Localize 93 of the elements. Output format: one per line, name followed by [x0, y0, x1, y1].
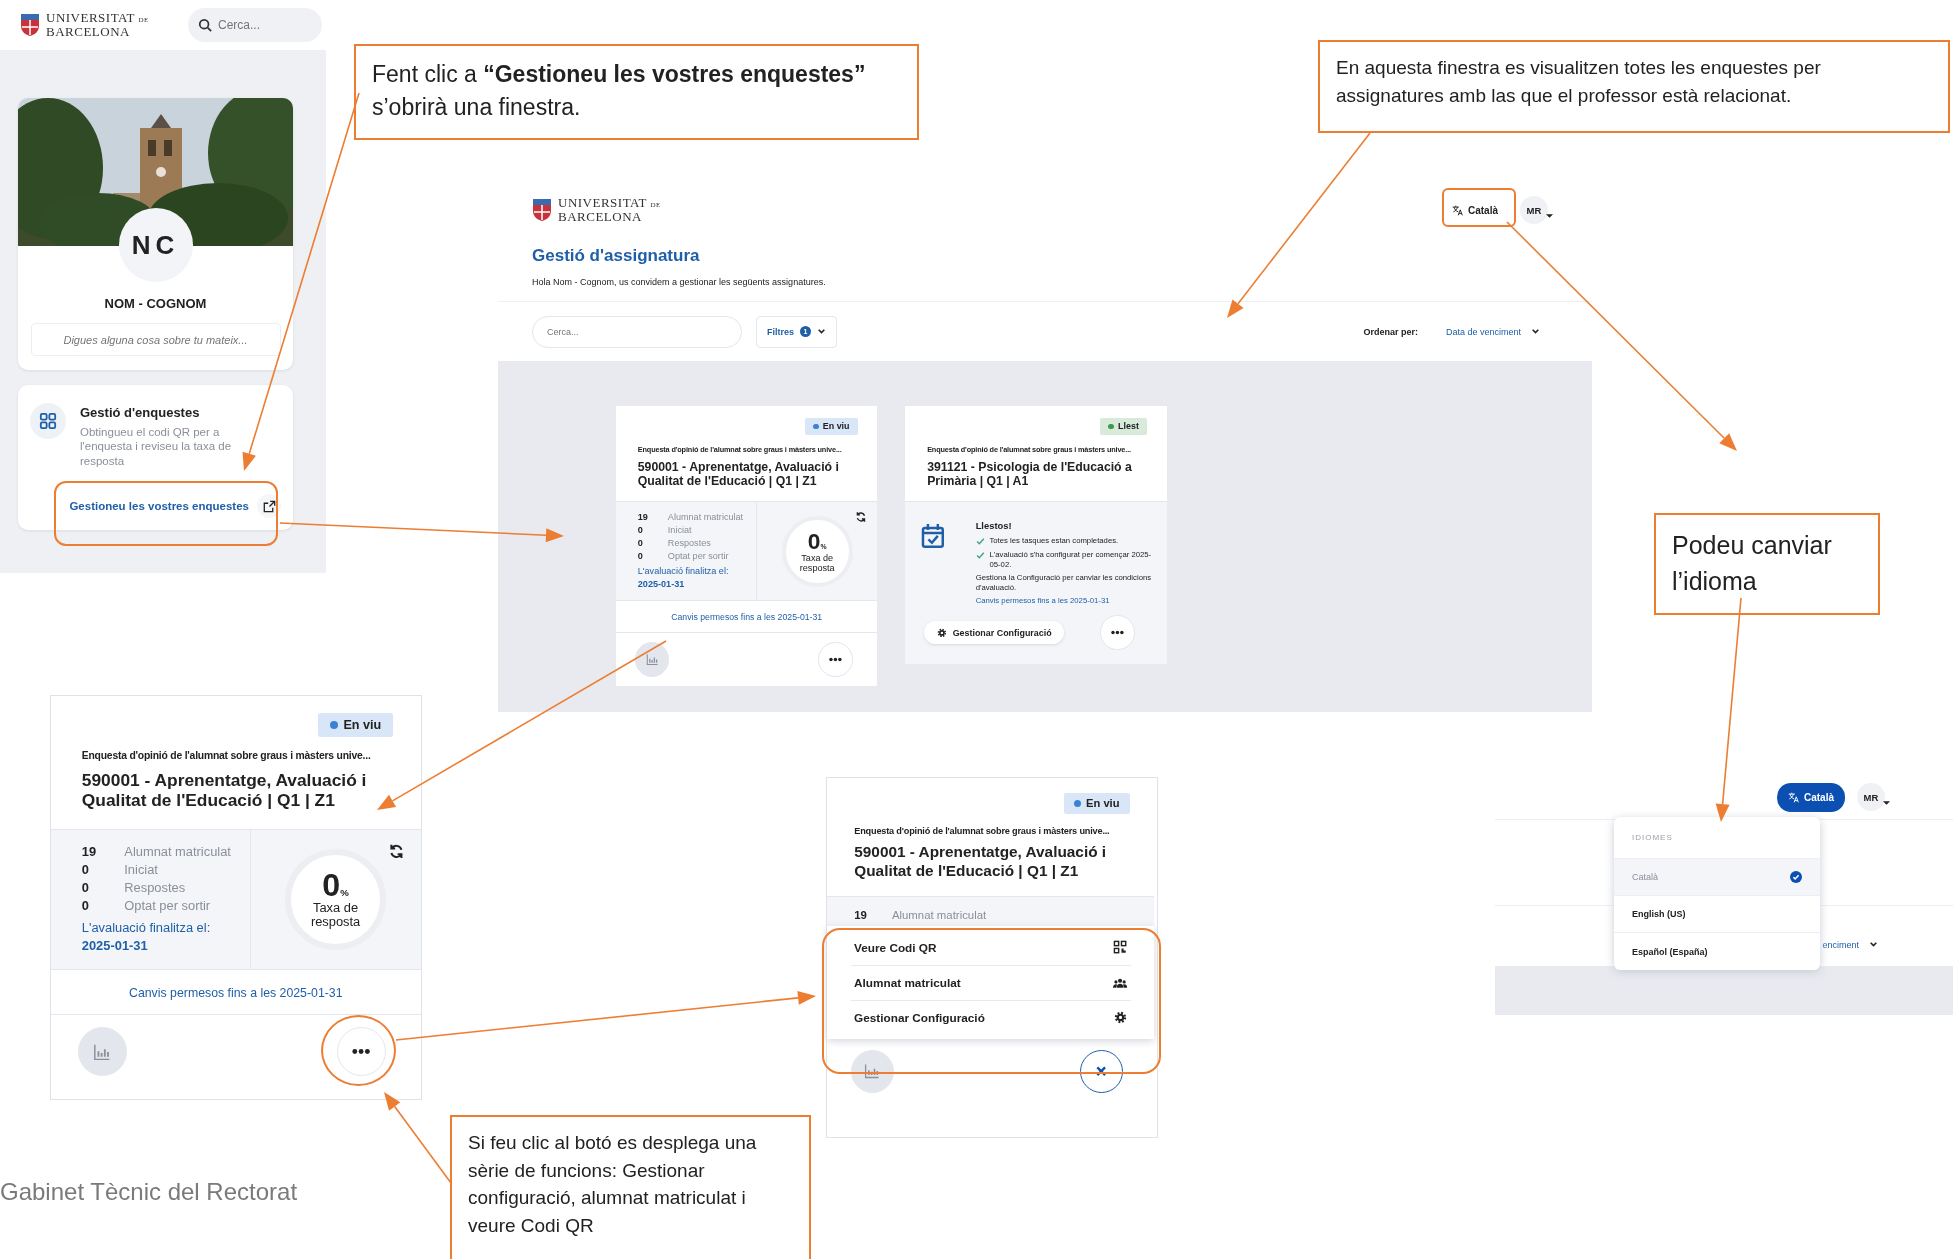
sort-dropdown[interactable]: Data de venciment: [1439, 325, 1546, 338]
status-label: En viu: [1086, 797, 1120, 810]
gear-icon: [1114, 1010, 1128, 1024]
manage-link[interactable]: Gestioneu les vostres enquestes: [69, 494, 281, 519]
stat-value: 0: [637, 524, 644, 537]
stat-value: 0: [637, 536, 644, 550]
course-title: 590001 - Aprenentatge, Avaluació i Qualitat de l'Educació | Q1 | Z1: [854, 843, 1108, 880]
deadline-note: Canvis permesos fins a les 2025-01-31: [671, 612, 823, 623]
sort-label: Ordenar per:: [1363, 326, 1418, 337]
more-icon: [1111, 630, 1125, 636]
greeting-text: Hola Nom - Cognom, us convidem a gestionar les següents assignatures.: [531, 276, 827, 287]
grid-icon: [39, 412, 57, 430]
caret-icon: [1883, 801, 1890, 805]
translate-icon: [1452, 204, 1463, 216]
callout-text: Fent clic a “Gestioneu les vostres enquestes” s’obrirà una finestra.: [354, 44, 919, 140]
sort-value: enciment: [1822, 939, 1859, 950]
survey-name: Enquesta d'opinió de l'alumnat sobre graus i màsters unive...: [81, 750, 372, 762]
translate-icon: [1788, 791, 1799, 803]
stat-value: 0: [81, 896, 90, 915]
stat-label: Respostes: [124, 878, 186, 897]
menu-item[interactable]: Alumnat matriculat: [850, 965, 1131, 1001]
config-button[interactable]: Gestionar Configuració: [924, 621, 1065, 644]
more-icon: [828, 657, 842, 662]
bar-chart-icon: [93, 1042, 112, 1061]
deadline-note: Canvis permesos fins a les 2025-01-31: [129, 985, 343, 1000]
status-label: En viu: [822, 421, 850, 432]
chevron-icon: [1869, 940, 1878, 949]
menu-item[interactable]: Veure Codi QR: [850, 930, 1131, 966]
end-date-label: L'avaluació finalitza el:: [637, 565, 730, 578]
menu-item[interactable]: Gestionar Configuració: [850, 1000, 1131, 1034]
avatar[interactable]: MR: [1857, 783, 1885, 811]
callout-text: Si feu clic al botó es desplega una sèrie de funcions: Gestionar configuració, alumnat matriculat i veure Codi QR: [450, 1115, 811, 1259]
selected-check-icon: [1790, 871, 1802, 883]
status-label: En viu: [343, 717, 382, 732]
more-icon: [352, 1048, 371, 1056]
close-icon: [1095, 1065, 1108, 1078]
stat-value: 0: [81, 878, 90, 897]
stat-label: Iniciat: [667, 524, 692, 537]
bar-chart-icon: [645, 653, 659, 666]
search-icon: [198, 18, 212, 32]
stat-label: Alumnat matriculat: [124, 842, 231, 861]
language-option[interactable]: Español (España): [1614, 933, 1820, 970]
more-button[interactable]: [1100, 615, 1136, 650]
gear-icon: [936, 627, 947, 638]
refresh-icon: [854, 511, 867, 524]
course-title: 391121 - Psicologia de l'Educació a Primària | Q1 | A1: [927, 459, 1133, 489]
qr-code-icon: [1113, 940, 1128, 955]
footer-text: Gabinet Tècnic del Rectorat: [0, 1178, 298, 1206]
stat-value: 0: [637, 549, 644, 563]
search-field[interactable]: Cerca...: [188, 8, 322, 42]
stat-label: Alumnat matriculat: [891, 907, 987, 923]
tool-title: Gestió d'enquestes: [80, 405, 201, 420]
course-title: 590001 - Aprenentatge, Avaluació i Qualitat de l'Educació | Q1 | Z1: [81, 770, 368, 811]
chevron-icon: [1531, 327, 1540, 336]
end-date: 2025-01-31: [637, 577, 686, 591]
callout-text: En aquesta finestra es visualitzen totes les enquestes per assignatures amb las que el professor està relacionat.: [1318, 40, 1950, 133]
language-option[interactable]: English (US): [1614, 896, 1820, 933]
caret-icon: [1546, 214, 1553, 218]
callout-text: Podeu canviar l’idioma: [1654, 513, 1880, 615]
rate-label: Taxa de resposta: [309, 901, 362, 930]
more-button[interactable]: [336, 1027, 386, 1077]
tool-description: Obtingueu el codi QR per a l'enquesta i reviseu la taxa de resposta: [80, 425, 233, 469]
language-button[interactable]: Català: [1777, 782, 1845, 812]
end-date: 2025-01-31: [81, 936, 149, 955]
stat-value: 19: [637, 511, 649, 525]
page-title: Gestió d'assignatura: [531, 245, 701, 266]
ready-title: Llestos!: [975, 520, 1013, 532]
status-label: Llest: [1118, 421, 1139, 432]
avatar[interactable]: MR: [1520, 196, 1548, 224]
crest-icon: [20, 13, 40, 37]
stat-value: 0: [81, 860, 90, 879]
search-field[interactable]: Cerca...: [532, 315, 742, 348]
survey-name: Enquesta d'opinió de l'alumnat sobre graus i màsters unive...: [854, 825, 1111, 836]
more-button[interactable]: [817, 642, 853, 677]
chevron-icon: [817, 327, 826, 336]
end-date-label: L'avaluació finalitza el:: [81, 918, 212, 937]
stat-label: Optat per sortir: [667, 549, 729, 563]
profile-name: NOM - COGNOM: [104, 296, 207, 311]
calendar-icon: [921, 523, 945, 549]
crest-icon: [532, 198, 552, 222]
stat-label: Optat per sortir: [124, 896, 211, 915]
bar-chart-icon: [864, 1063, 881, 1080]
stat-value: 19: [854, 907, 868, 923]
external-link-icon: [262, 499, 276, 513]
rate-value: 0%: [322, 869, 349, 902]
rate-label: Taxa de resposta: [798, 552, 836, 573]
chart-button[interactable]: [634, 642, 670, 677]
stat-label: Respostes: [667, 536, 711, 550]
bio-field[interactable]: Digues alguna cosa sobre tu mateix...: [30, 323, 281, 356]
course-title: 590001 - Aprenentatge, Avaluació i Qualitat de l'Educació | Q1 | Z1: [637, 459, 840, 489]
stat-value: 19: [81, 842, 98, 861]
stat-label: Iniciat: [124, 860, 158, 879]
stat-label: Alumnat matriculat: [667, 511, 744, 525]
